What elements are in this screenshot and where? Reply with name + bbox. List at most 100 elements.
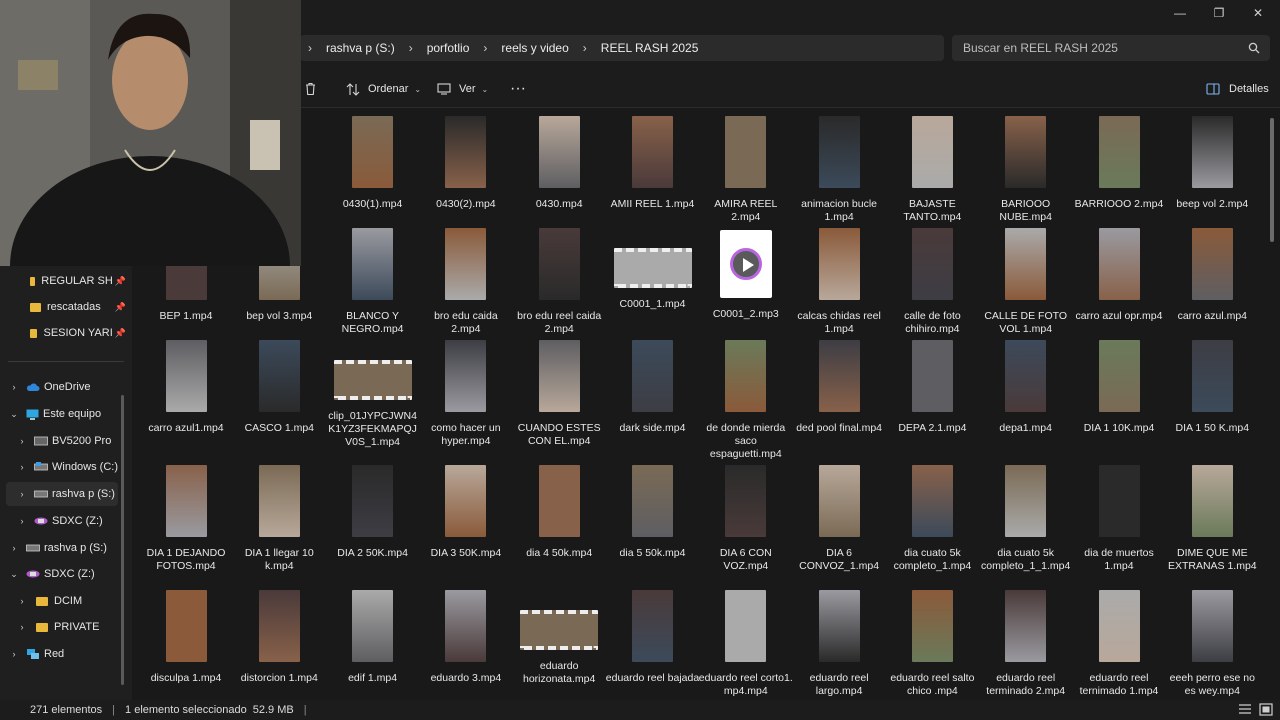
- file-item[interactable]: eduardo reel bajada: [606, 590, 700, 685]
- file-item[interactable]: AMIRA REEL 2.mp4: [699, 116, 793, 224]
- file-item[interactable]: distorcion 1.mp4: [232, 590, 326, 685]
- file-item[interactable]: DIA 6 CONVOZ_1.mp4: [792, 465, 886, 573]
- file-item[interactable]: DIA 6 CON VOZ.mp4: [699, 465, 793, 573]
- file-item[interactable]: animacion bucle 1.mp4: [792, 116, 886, 224]
- sidebar-item-rashva-s[interactable]: › rashva p (S:): [6, 482, 118, 506]
- file-item[interactable]: CASCO 1.mp4: [232, 340, 326, 435]
- view-button[interactable]: Ver ⌄: [437, 80, 488, 98]
- file-item[interactable]: calle de foto chihiro.mp4: [885, 228, 979, 336]
- file-item[interactable]: DEPA 2.1.mp4: [885, 340, 979, 435]
- more-options-button[interactable]: ···: [510, 80, 526, 98]
- file-item[interactable]: C0001_2.mp3: [699, 228, 793, 321]
- file-item[interactable]: AMII REEL 1.mp4: [606, 116, 700, 211]
- breadcrumb-item[interactable]: porfotlio: [421, 41, 476, 55]
- sidebar-item-sesion-yari[interactable]: SESION YARI 📌: [0, 321, 126, 345]
- sidebar-item-dcim[interactable]: › DCIM: [0, 589, 126, 613]
- breadcrumb-item[interactable]: rashva p (S:): [320, 41, 401, 55]
- file-item[interactable]: calcas chidas reel 1.mp4: [792, 228, 886, 336]
- file-item[interactable]: DIA 2 50K.mp4: [326, 465, 420, 560]
- file-item[interactable]: como hacer un hyper.mp4: [419, 340, 513, 448]
- breadcrumb-item[interactable]: REEL RASH 2025: [595, 41, 705, 55]
- file-item[interactable]: C0001_1.mp4: [606, 228, 700, 311]
- file-item[interactable]: clip_01JYPCJWN4K1YZ3FEKMAPQJV0S_1.mp4: [326, 340, 420, 449]
- file-item[interactable]: DIA 1 llegar 10 k.mp4: [232, 465, 326, 573]
- chevron-right-icon[interactable]: ›: [8, 382, 20, 392]
- file-item[interactable]: eduardo reel ternimado 1.mp4: [1072, 590, 1166, 698]
- chevron-right-icon[interactable]: ›: [16, 516, 28, 526]
- sort-button[interactable]: Ordenar ⌄: [346, 80, 421, 98]
- details-view-icon[interactable]: [1238, 703, 1252, 716]
- chevron-down-icon[interactable]: ⌄: [8, 569, 20, 580]
- file-name: AMII REEL 1.mp4: [610, 198, 695, 210]
- file-item[interactable]: eeeh perro ese no es wey.mp4: [1165, 590, 1259, 698]
- file-item[interactable]: BARRIOOO 2.mp4: [1072, 116, 1166, 211]
- file-item[interactable]: BLANCO Y NEGRO.mp4: [326, 228, 420, 336]
- file-item[interactable]: dia cuato 5k completo_1.mp4: [885, 465, 979, 573]
- file-item[interactable]: eduardo horizonata.mp4: [512, 590, 606, 686]
- minimize-button[interactable]: —: [1160, 0, 1200, 26]
- sidebar-item-onedrive[interactable]: › OneDrive: [0, 375, 126, 399]
- file-item[interactable]: eduardo 3.mp4: [419, 590, 513, 685]
- file-item[interactable]: BARIOOO NUBE.mp4: [979, 116, 1073, 224]
- close-button[interactable]: ✕: [1238, 0, 1278, 26]
- large-icons-view-icon[interactable]: [1259, 703, 1273, 716]
- file-item[interactable]: DIA 1 50 K.mp4: [1165, 340, 1259, 435]
- file-item[interactable]: carro azul.mp4: [1165, 228, 1259, 323]
- sidebar-item-bv5200[interactable]: › BV5200 Pro: [0, 429, 126, 453]
- file-item[interactable]: dia cuato 5k completo_1_1.mp4: [979, 465, 1073, 573]
- chevron-right-icon[interactable]: ›: [16, 622, 28, 632]
- file-item[interactable]: disculpa 1.mp4: [139, 590, 233, 685]
- delete-button[interactable]: [304, 80, 317, 98]
- file-item[interactable]: carro azul opr.mp4: [1072, 228, 1166, 323]
- sidebar-item-private[interactable]: › PRIVATE: [0, 615, 126, 639]
- file-item[interactable]: eduardo reel terminado 2.mp4: [979, 590, 1073, 698]
- content-scrollbar[interactable]: [1270, 118, 1274, 242]
- file-item[interactable]: carro azul1.mp4: [139, 340, 233, 435]
- file-item[interactable]: 0430(2).mp4: [419, 116, 513, 211]
- sidebar-item-rescatadas[interactable]: rescatadas 📌: [0, 295, 126, 319]
- file-item[interactable]: dark side.mp4: [606, 340, 700, 435]
- sidebar-item-red[interactable]: › Red: [0, 642, 126, 666]
- sidebar-item-rashva-s-2[interactable]: › rashva p (S:): [0, 536, 126, 560]
- file-item[interactable]: DIA 1 10K.mp4: [1072, 340, 1166, 435]
- sidebar-scrollbar[interactable]: [121, 395, 124, 685]
- sidebar-item-sdxc-z[interactable]: › SDXC (Z:): [0, 509, 126, 533]
- breadcrumb-item[interactable]: reels y video: [495, 41, 574, 55]
- file-item[interactable]: DIME QUE ME EXTRANAS 1.mp4: [1165, 465, 1259, 573]
- file-item[interactable]: DIA 3 50K.mp4: [419, 465, 513, 560]
- file-item[interactable]: dia 4 50k.mp4: [512, 465, 606, 560]
- sidebar-item-sdxc-z-2[interactable]: ⌄ SDXC (Z:): [0, 562, 126, 586]
- file-item[interactable]: ded pool final.mp4: [792, 340, 886, 435]
- chevron-right-icon[interactable]: ›: [16, 596, 28, 606]
- chevron-down-icon[interactable]: ⌄: [8, 409, 20, 420]
- chevron-right-icon[interactable]: ›: [8, 649, 20, 659]
- file-item[interactable]: BAJASTE TANTO.mp4: [885, 116, 979, 224]
- search-input[interactable]: Buscar en REEL RASH 2025: [952, 35, 1270, 61]
- breadcrumb[interactable]: › rashva p (S:) › porfotlio › reels y vi…: [300, 35, 944, 61]
- file-item[interactable]: dia 5 50k.mp4: [606, 465, 700, 560]
- file-item[interactable]: CALLE DE FOTO VOL 1.mp4: [979, 228, 1073, 336]
- file-item[interactable]: de donde mierda saco espaguetti.mp4: [699, 340, 793, 461]
- file-item[interactable]: CUANDO ESTES CON EL.mp4: [512, 340, 606, 448]
- file-item[interactable]: DIA 1 DEJANDO FOTOS.mp4: [139, 465, 233, 573]
- file-item[interactable]: beep vol 2.mp4: [1165, 116, 1259, 211]
- file-item[interactable]: depa1.mp4: [979, 340, 1073, 435]
- file-item[interactable]: eduardo reel corto1. mp4.mp4: [699, 590, 793, 698]
- sidebar-item-este-equipo[interactable]: ⌄ Este equipo: [0, 402, 126, 426]
- file-item[interactable]: dia de muertos 1.mp4: [1072, 465, 1166, 573]
- file-item[interactable]: eduardo reel salto chico .mp4: [885, 590, 979, 698]
- chevron-right-icon[interactable]: ›: [16, 436, 28, 446]
- chevron-right-icon[interactable]: ›: [16, 462, 28, 472]
- chevron-right-icon[interactable]: ›: [16, 489, 28, 499]
- file-item[interactable]: eduardo reel largo.mp4: [792, 590, 886, 698]
- details-button[interactable]: Detalles: [1206, 80, 1269, 98]
- maximize-button[interactable]: ❐: [1199, 0, 1239, 26]
- file-item[interactable]: bro edu caida 2.mp4: [419, 228, 513, 336]
- file-item[interactable]: 0430.mp4: [512, 116, 606, 211]
- sidebar-item-windows-c[interactable]: › Windows (C:): [0, 455, 126, 479]
- sidebar-item-regular-sh[interactable]: REGULAR SH 📌: [0, 269, 126, 293]
- file-item[interactable]: 0430(1).mp4: [326, 116, 420, 211]
- file-item[interactable]: edif 1.mp4: [326, 590, 420, 685]
- file-item[interactable]: bro edu reel caida 2.mp4: [512, 228, 606, 336]
- chevron-right-icon[interactable]: ›: [8, 543, 20, 553]
